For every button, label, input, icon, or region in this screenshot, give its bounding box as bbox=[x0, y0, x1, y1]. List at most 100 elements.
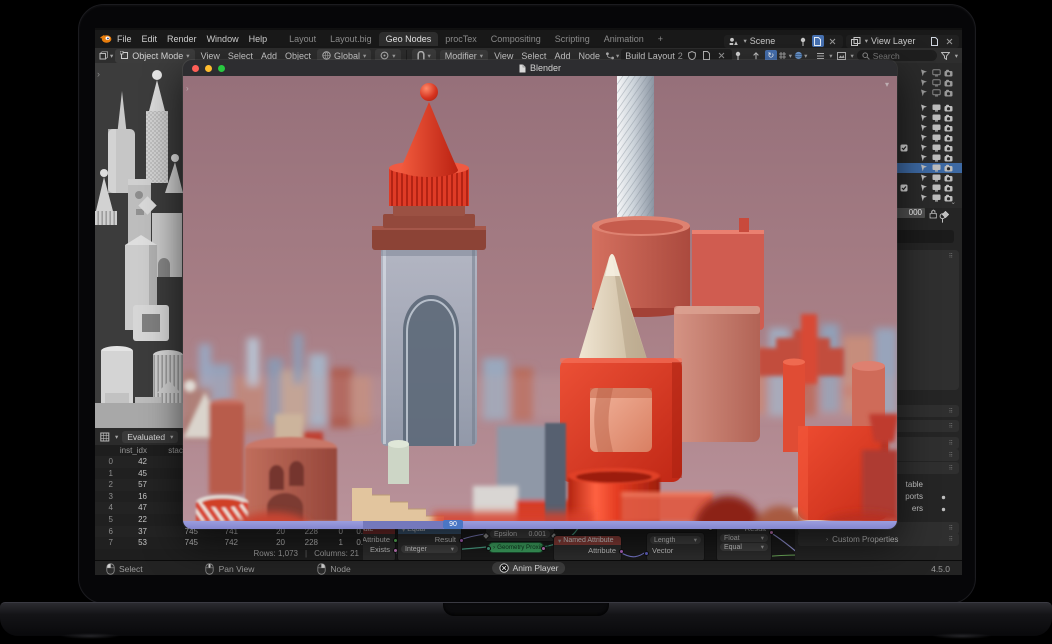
table-cell: 22 bbox=[138, 515, 147, 524]
collapse-chevron-icon[interactable]: ▾ bbox=[885, 80, 889, 89]
node-dropdown[interactable]: Integer▾ bbox=[401, 545, 458, 553]
search-placeholder: Search bbox=[873, 51, 900, 61]
input-socket[interactable] bbox=[486, 546, 491, 551]
hide-viewport-icon[interactable] bbox=[931, 87, 941, 99]
output-socket[interactable] bbox=[459, 538, 464, 543]
workspace-tabs: LayoutLayout.bigGeo NodesprocTexComposit… bbox=[282, 30, 670, 48]
anim-player-button[interactable]: Anim Player bbox=[492, 562, 566, 574]
row-index: 4 bbox=[109, 503, 113, 512]
row-index: 6 bbox=[109, 527, 113, 536]
frame-scrubber[interactable]: 90 bbox=[183, 521, 897, 529]
input-socket[interactable] bbox=[644, 551, 649, 556]
node-compare-equal[interactable]: ▾Equal Result Integer▾ bbox=[397, 524, 462, 560]
node-dropdown[interactable]: Length▾ bbox=[650, 536, 701, 544]
pin-icon[interactable] bbox=[797, 35, 809, 47]
custom-properties-panel[interactable]: › Custom Properties ⠿ bbox=[798, 533, 959, 546]
new-layer-icon[interactable] bbox=[928, 35, 940, 47]
node-menu-node[interactable]: Node bbox=[574, 51, 604, 61]
object-mode-icon bbox=[120, 50, 129, 62]
menu-edit[interactable]: Edit bbox=[137, 34, 163, 44]
menu-help[interactable]: Help bbox=[244, 34, 273, 44]
node-menu-select[interactable]: Select bbox=[517, 51, 550, 61]
node-menu-add[interactable]: Add bbox=[550, 51, 574, 61]
column-header[interactable]: inst_idx bbox=[120, 446, 147, 455]
window-titlebar[interactable]: Blender bbox=[183, 60, 897, 76]
status-select: Select bbox=[105, 563, 143, 575]
close-window-button[interactable] bbox=[192, 65, 199, 72]
menu-render[interactable]: Render bbox=[162, 34, 202, 44]
animate-dot-icon[interactable] bbox=[940, 208, 950, 220]
node-dropdown[interactable]: Float▾ bbox=[720, 534, 768, 542]
filter-icon[interactable] bbox=[940, 50, 952, 62]
socket-label: Attribute bbox=[363, 535, 390, 544]
selectable-pointer-icon[interactable] bbox=[919, 87, 929, 99]
animate-dot-icon[interactable] bbox=[938, 503, 948, 515]
dataset-label: Evaluated bbox=[127, 432, 165, 442]
table-cell: 37 bbox=[138, 527, 147, 536]
menu-window[interactable]: Window bbox=[202, 34, 244, 44]
socket-label: Result bbox=[435, 535, 456, 544]
output-socket[interactable] bbox=[541, 546, 546, 551]
workspace-tab-4[interactable]: Compositing bbox=[484, 32, 548, 46]
workspace-tab-3[interactable]: procTex bbox=[438, 32, 484, 46]
node-menus: ViewSelectAddNode bbox=[490, 51, 604, 61]
node-menu-view[interactable]: View bbox=[490, 51, 517, 61]
node-geometry-proximity[interactable]: › Geometry Proximity bbox=[488, 542, 544, 553]
node-named-attribute[interactable]: ▾Named Attribute Attribute bbox=[553, 535, 622, 560]
lock-icon[interactable] bbox=[928, 208, 938, 220]
workspace-tab-6[interactable]: Animation bbox=[597, 32, 651, 46]
workspace-tab-5[interactable]: Scripting bbox=[548, 32, 597, 46]
animate-dot-icon[interactable] bbox=[938, 491, 948, 503]
panel-grip[interactable]: ⠿ bbox=[949, 253, 954, 260]
viewport-menu-view[interactable]: View bbox=[197, 51, 224, 61]
node-dropdown[interactable]: Equal▾ bbox=[720, 543, 768, 551]
viewport-menu-add[interactable]: Add bbox=[257, 51, 281, 61]
spreadsheet-editor-icon[interactable] bbox=[99, 431, 111, 443]
render-window[interactable]: Blender ▾ › bbox=[183, 60, 897, 529]
table-cell: 16 bbox=[138, 492, 147, 501]
svg-text:›: › bbox=[97, 69, 100, 79]
socket-label: Exists bbox=[370, 545, 390, 554]
viewport-editor-icon[interactable] bbox=[98, 50, 110, 62]
output-socket[interactable] bbox=[619, 549, 624, 554]
view-layer-selector[interactable]: ▾ View Layer bbox=[846, 35, 959, 48]
dataset-dropdown[interactable]: Evaluated▾ bbox=[122, 431, 178, 443]
node-epsilon-field[interactable]: Epsilon 0.001 bbox=[485, 527, 555, 542]
scroll-chevron-icon[interactable]: ⌄ bbox=[951, 198, 956, 206]
row-index: 5 bbox=[109, 515, 113, 524]
mouse-middle-icon bbox=[205, 563, 215, 575]
selectable-pointer-icon[interactable] bbox=[919, 192, 929, 204]
workspace-tab-0[interactable]: Layout bbox=[282, 32, 323, 46]
chevron-down-icon: ▾ bbox=[110, 52, 113, 60]
table-cell: 47 bbox=[138, 503, 147, 512]
workspace-tab-2[interactable]: Geo Nodes bbox=[379, 32, 439, 46]
expand-arrow-icon[interactable]: › bbox=[186, 84, 189, 93]
close-icon[interactable] bbox=[827, 35, 839, 47]
scene-selector[interactable]: ▾ Scene bbox=[724, 35, 842, 48]
minimize-window-button[interactable] bbox=[205, 65, 212, 72]
hide-viewport-icon[interactable] bbox=[931, 192, 941, 204]
close-icon[interactable] bbox=[943, 35, 955, 47]
current-frame-playhead[interactable]: 90 bbox=[443, 520, 463, 529]
output-socket[interactable] bbox=[769, 530, 774, 535]
node-vector-math-length[interactable]: Length▾ Vector bbox=[646, 532, 705, 560]
workspace-tab-1[interactable]: Layout.big bbox=[323, 32, 379, 46]
table-cell: 53 bbox=[138, 538, 147, 547]
workspace-tab-7[interactable]: + bbox=[651, 32, 670, 46]
stop-icon bbox=[499, 562, 509, 574]
row-index: 7 bbox=[109, 538, 113, 547]
new-scene-icon[interactable] bbox=[812, 35, 824, 47]
disable-render-camera-icon[interactable] bbox=[943, 87, 953, 99]
zoom-window-button[interactable] bbox=[218, 65, 225, 72]
viewport-menu-select[interactable]: Select bbox=[224, 51, 257, 61]
table-row[interactable]: 7537457422022810. bbox=[95, 537, 363, 549]
table-cell: 742 bbox=[225, 538, 238, 547]
epsilon-field[interactable]: Epsilon 0.001 bbox=[490, 530, 550, 538]
chevron-down-icon: ▾ bbox=[865, 37, 868, 45]
macbook-laptop: FileEditRenderWindowHelp LayoutLayout.bi… bbox=[0, 0, 1052, 644]
node-store-attribute[interactable]: tribute Attribute Exists bbox=[363, 524, 396, 560]
table-cell: 1 bbox=[339, 538, 343, 547]
menu-file[interactable]: File bbox=[112, 34, 137, 44]
viewport-menu-object[interactable]: Object bbox=[281, 51, 315, 61]
blender-logo-icon[interactable] bbox=[100, 33, 112, 45]
